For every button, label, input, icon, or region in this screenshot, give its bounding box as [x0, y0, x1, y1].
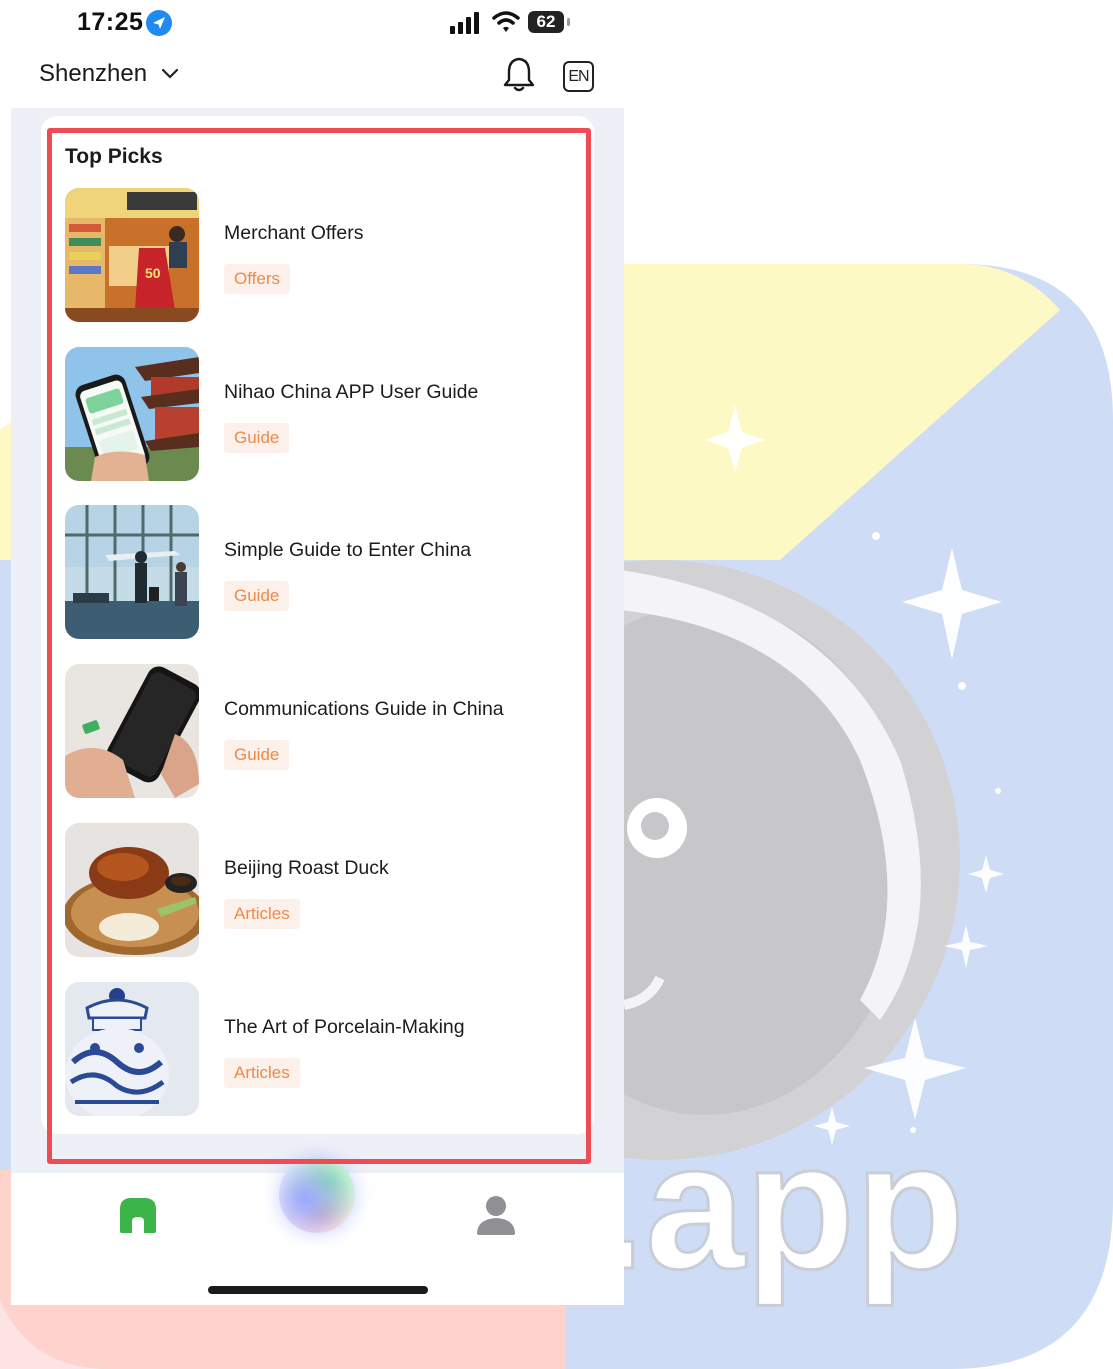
- battery-tip-icon: [567, 18, 570, 26]
- notification-bell-icon[interactable]: [503, 56, 535, 92]
- bottom-tab-bar: [11, 1157, 624, 1305]
- cellular-signal-icon: [450, 12, 479, 34]
- list-item[interactable]: 50 Merchant Offers Offers: [65, 188, 585, 324]
- item-thumbnail: [65, 664, 199, 798]
- item-tag: Articles: [224, 1058, 300, 1088]
- city-selector[interactable]: Shenzhen: [39, 60, 147, 88]
- main-content: Top Picks 50 Merchant Offers Offers Niha…: [11, 108, 624, 1173]
- item-tag: Offers: [224, 264, 290, 294]
- ai-assistant-orb[interactable]: [279, 1157, 355, 1233]
- item-title: Simple Guide to Enter China: [224, 539, 472, 561]
- item-title: Nihao China APP User Guide: [224, 381, 479, 403]
- status-bar: 17:25 62: [11, 0, 624, 48]
- watermark-text: .app: [595, 1106, 965, 1307]
- svg-text:50: 50: [145, 265, 161, 281]
- chevron-down-icon[interactable]: [161, 68, 179, 80]
- item-thumbnail: [65, 505, 199, 639]
- battery-indicator: 62: [528, 11, 564, 33]
- location-arrow-icon: [146, 10, 172, 36]
- status-time: 17:25: [77, 8, 144, 36]
- item-tag: Articles: [224, 899, 300, 929]
- item-tag: Guide: [224, 740, 290, 770]
- item-tag: Guide: [224, 423, 290, 453]
- wifi-icon: [492, 11, 520, 32]
- list-item[interactable]: Beijing Roast Duck Articles: [65, 823, 585, 959]
- item-tag: Guide: [224, 581, 290, 611]
- item-title: Communications Guide in China: [224, 698, 504, 720]
- list-item[interactable]: Communications Guide in China Guide: [65, 664, 585, 800]
- phone-screen: 17:25 62 Shenzhen EN Top Picks 50 Mercha…: [11, 0, 624, 1305]
- top-header: Shenzhen EN: [11, 48, 624, 108]
- list-item[interactable]: The Art of Porcelain-Making Articles: [65, 982, 585, 1118]
- item-title: Beijing Roast Duck: [224, 857, 389, 879]
- item-thumbnail: [65, 347, 199, 481]
- top-picks-card: Top Picks 50 Merchant Offers Offers Niha…: [41, 116, 594, 1134]
- language-button[interactable]: EN: [563, 61, 594, 92]
- home-indicator: [208, 1286, 428, 1294]
- item-title: The Art of Porcelain-Making: [224, 1016, 465, 1038]
- profile-icon[interactable]: [474, 1193, 518, 1237]
- item-thumbnail: [65, 823, 199, 957]
- list-item[interactable]: Nihao China APP User Guide Guide: [65, 347, 585, 483]
- section-title: Top Picks: [65, 145, 163, 168]
- list-item[interactable]: Simple Guide to Enter China Guide: [65, 505, 585, 641]
- item-thumbnail: [65, 982, 199, 1116]
- home-icon[interactable]: [118, 1195, 158, 1235]
- item-title: Merchant Offers: [224, 222, 364, 244]
- item-thumbnail: 50: [65, 188, 199, 322]
